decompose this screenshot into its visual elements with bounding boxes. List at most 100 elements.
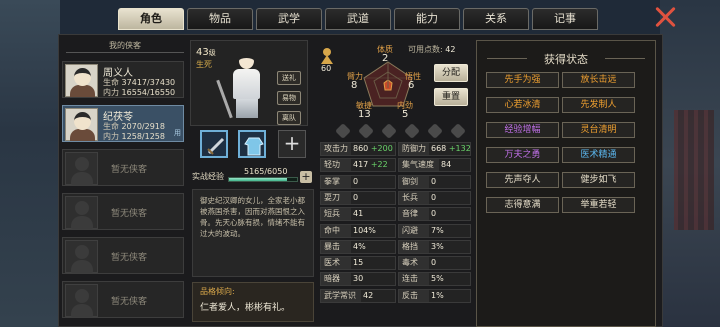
stat-value: 860 +200: [353, 144, 393, 153]
stat-name: 暴击: [321, 240, 351, 253]
party-slot[interactable]: 暂无侠客: [62, 149, 184, 186]
stat-name: 音律: [399, 208, 429, 221]
assign-button[interactable]: 分配: [434, 64, 468, 82]
tizhi-value: 2: [382, 53, 389, 64]
party-slot[interactable]: 暂无侠客: [62, 237, 184, 274]
trait-label: 品格倾向:: [200, 287, 235, 296]
xp-label: 实战经验: [192, 172, 224, 181]
stat-value: 41: [353, 209, 364, 219]
stat-value: 3%: [431, 241, 444, 251]
stat-value: 30: [353, 274, 364, 284]
stat-cell: 武学常识 42: [320, 288, 396, 303]
add-equipment-button[interactable]: +: [278, 130, 306, 158]
tab-6[interactable]: 记事: [532, 8, 598, 30]
tab-5[interactable]: 关系: [463, 8, 529, 30]
stat-name: 毒术: [399, 257, 429, 270]
status-badge[interactable]: 先声夺人: [486, 172, 559, 188]
status-badge[interactable]: 先手为强: [486, 72, 559, 88]
stat-value: 1%: [431, 290, 444, 300]
background-left: [0, 0, 60, 327]
status-badge[interactable]: 心若冰清: [486, 97, 559, 113]
status-badge[interactable]: 放长击远: [562, 72, 635, 88]
potential-icon: [321, 48, 333, 64]
stat-name: 轻功: [321, 159, 351, 172]
member-tag: 用: [174, 129, 181, 137]
status-badge[interactable]: 志得意满: [486, 197, 559, 213]
stat-name: 反击: [399, 289, 429, 302]
stat-name: 防御力: [399, 143, 429, 155]
gift-button[interactable]: 送礼: [277, 71, 301, 85]
stat-cell: 防御力 668 +132: [398, 142, 471, 156]
stat-value: 4%: [353, 241, 366, 251]
avatar: [65, 64, 98, 97]
xp-value: 5165/6050: [244, 167, 288, 176]
stat-value: 84: [441, 160, 452, 170]
empty-slot-label: 暂无侠客: [111, 165, 148, 175]
stat-cell: 命中 104%: [320, 223, 396, 238]
stat-value: 5%: [431, 274, 444, 284]
status-badge[interactable]: 先发制人: [562, 97, 635, 113]
status-badge[interactable]: 举重若轻: [562, 197, 635, 213]
armor-slot[interactable]: [238, 130, 266, 158]
stat-cell: 暗器 30: [320, 272, 396, 287]
stat-name: 耍刀: [321, 191, 351, 204]
trait-box: 品格倾向: 仁者爱人，彬彬有礼。: [192, 282, 314, 322]
status-badge[interactable]: 万夫之勇: [486, 147, 559, 163]
stat-cell: 耍刀 0: [320, 190, 396, 205]
stat-cell: 反击 1%: [398, 288, 471, 303]
robe-icon: [244, 137, 264, 156]
status-badge[interactable]: 灵台清明: [562, 122, 635, 138]
tab-2[interactable]: 武学: [256, 8, 322, 30]
party-slot[interactable]: 暂无侠客: [62, 281, 184, 318]
stat-value: 0: [353, 176, 359, 186]
stat-name: 御剑: [399, 175, 429, 188]
tab-4[interactable]: 能力: [394, 8, 460, 30]
leave-party-button[interactable]: 离队: [277, 111, 301, 125]
status-header: 获得状态: [477, 51, 655, 67]
xp-bar-fill: [229, 178, 288, 181]
party-slot[interactable]: 周义人 生命 37417/37430 内力 16554/16550: [62, 61, 184, 98]
member-mp: 内力 1258/1258: [103, 132, 165, 141]
empty-slot-label: 暂无侠客: [111, 297, 148, 307]
stat-name: 武学常识: [321, 289, 361, 302]
tab-3[interactable]: 武道: [325, 8, 391, 30]
dagger-icon: [207, 137, 225, 155]
reset-button[interactable]: 重置: [434, 88, 468, 106]
stat-cell: 毒术 0: [398, 256, 471, 271]
stat-cell: 医术 15: [320, 256, 396, 271]
empty-avatar-icon: [65, 196, 98, 229]
stat-name: 命中: [321, 224, 351, 237]
stat-cell: 长兵 0: [398, 190, 471, 205]
stat-value: 417 +22: [353, 160, 388, 170]
tab-1[interactable]: 物品: [187, 8, 253, 30]
tab-0[interactable]: 角色: [118, 8, 184, 30]
minjie-value: 13: [358, 109, 371, 120]
trade-button[interactable]: 易物: [277, 91, 301, 105]
stat-cell: 格挡 3%: [398, 239, 471, 254]
party-slot[interactable]: 暂无侠客: [62, 193, 184, 230]
stat-name: 暗器: [321, 273, 351, 286]
status-badge[interactable]: 医术精通: [562, 147, 635, 163]
stat-name: 长兵: [399, 191, 429, 204]
neili-value: 5: [402, 109, 409, 120]
close-icon[interactable]: [654, 6, 676, 28]
status-badge[interactable]: 健步如飞: [562, 172, 635, 188]
party-slot[interactable]: 纪茯苓 生命 2070/2918 内力 1258/1258 用: [62, 105, 184, 142]
wuxing-value: 6: [408, 80, 415, 91]
stat-cell: 音律 0: [398, 207, 471, 222]
stat-name: 集气速度: [399, 159, 439, 172]
stat-cell: 御剑 0: [398, 174, 471, 189]
status-badge[interactable]: 经验增幅: [486, 122, 559, 138]
stat-name: 短兵: [321, 208, 351, 221]
stat-value: 42: [363, 290, 374, 300]
stat-cell: 连击 5%: [398, 272, 471, 287]
empty-avatar-icon: [65, 240, 98, 273]
empty-avatar-icon: [65, 284, 98, 317]
biili-value: 8: [351, 80, 358, 91]
stat-value: 0: [431, 176, 437, 186]
xp-bar: [228, 177, 298, 182]
stat-value: 0: [431, 209, 437, 219]
xp-add-button[interactable]: +: [300, 171, 312, 183]
stat-name: 闪避: [399, 224, 429, 237]
weapon-slot[interactable]: [200, 130, 228, 158]
